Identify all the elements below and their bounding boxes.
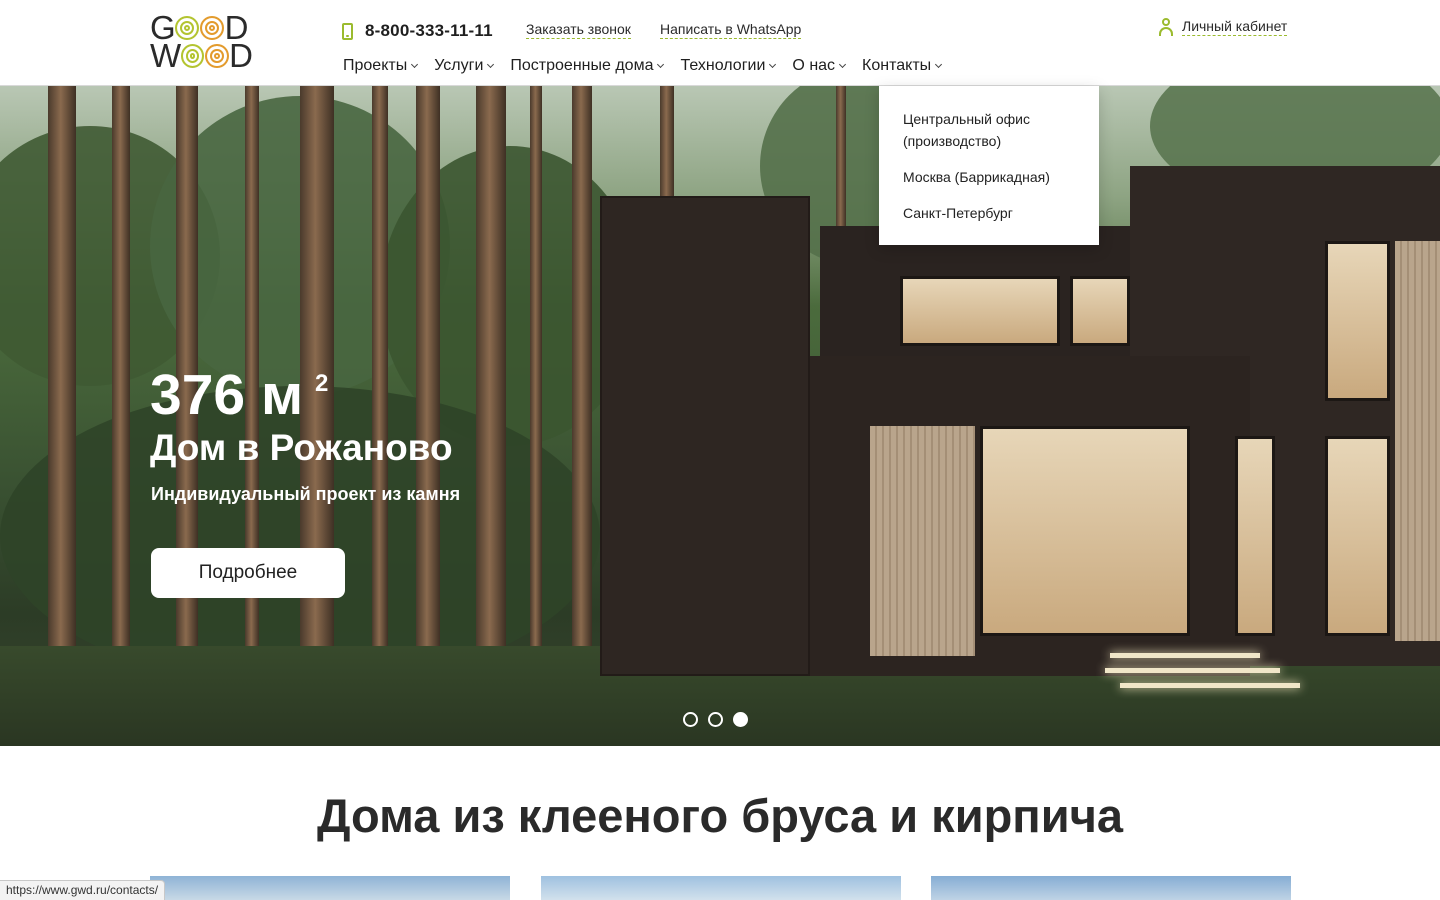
phone-icon [342,22,353,40]
contacts-dropdown: Центральный офис (производство) Москва (… [879,86,1099,245]
chevron-down-icon [657,60,665,69]
slider-pagination [683,712,758,727]
user-icon [1158,18,1174,36]
chevron-down-icon [411,60,419,69]
nav-item-built-houses[interactable]: Построенные дома [510,57,665,75]
browser-status-url: https://www.gwd.ru/contacts/ [0,880,166,900]
logo-ring-orange-icon [200,16,225,40]
chevron-down-icon [839,60,847,69]
logo[interactable]: G D W D [150,11,253,74]
nav-item-contacts[interactable]: Контакты [862,57,943,75]
site-header: G D W D 8-800-333-11-11 Заказать звонок … [0,0,1440,86]
hero-subtitle: Индивидуальный проект из камня [151,484,461,504]
chevron-down-icon [935,60,943,69]
main-nav: Проекты Услуги Построенные дома Технолог… [343,55,958,77]
logo-row-bottom: W D [150,37,253,74]
logo-ring-green-icon [180,44,205,68]
slider-dot-1[interactable] [683,712,698,727]
account-link[interactable]: Личный кабинет [1158,18,1288,36]
logo-ring-orange-icon [205,44,229,68]
section-title: Дома из клееного бруса и кирпича [316,789,1124,842]
hero-more-button[interactable]: Подробнее [151,548,345,598]
project-card-image[interactable] [541,876,901,900]
nav-item-label: Технологии [680,57,766,74]
nav-item-label: Построенные дома [510,57,654,74]
nav-item-label: Контакты [862,57,932,74]
phone-number[interactable]: 8-800-333-11-11 [365,21,493,41]
hero-area-value: 376 м [150,363,304,427]
dropdown-item-central-office[interactable]: Центральный офис (производство) [903,108,1075,152]
slider-dot-3[interactable] [733,712,748,727]
chevron-down-icon [487,60,495,69]
phone-block[interactable]: 8-800-333-11-11 [342,20,493,42]
request-call-link[interactable]: Заказать звонок [526,21,631,39]
nav-item-projects[interactable]: Проекты [343,57,419,75]
nav-item-label: Услуги [434,57,484,74]
dropdown-item-spb[interactable]: Санкт-Петербург [903,202,1075,224]
slider-dot-2[interactable] [708,712,723,727]
project-card-image[interactable] [150,876,510,900]
project-card-image[interactable] [931,876,1291,900]
account-label[interactable]: Личный кабинет [1182,18,1288,36]
hero-area-superscript: 2 [315,370,329,397]
nav-item-technologies[interactable]: Технологии [680,57,777,75]
hero-title: Дом в Рожаново [150,427,453,468]
nav-item-label: О нас [792,57,836,74]
chevron-down-icon [769,60,777,69]
whatsapp-link[interactable]: Написать в WhatsApp [660,21,802,39]
nav-item-services[interactable]: Услуги [434,57,495,75]
dropdown-item-moscow[interactable]: Москва (Баррикадная) [903,166,1075,188]
logo-ring-green-icon [175,16,200,40]
nav-item-about[interactable]: О нас [792,57,847,75]
nav-item-label: Проекты [343,57,408,74]
